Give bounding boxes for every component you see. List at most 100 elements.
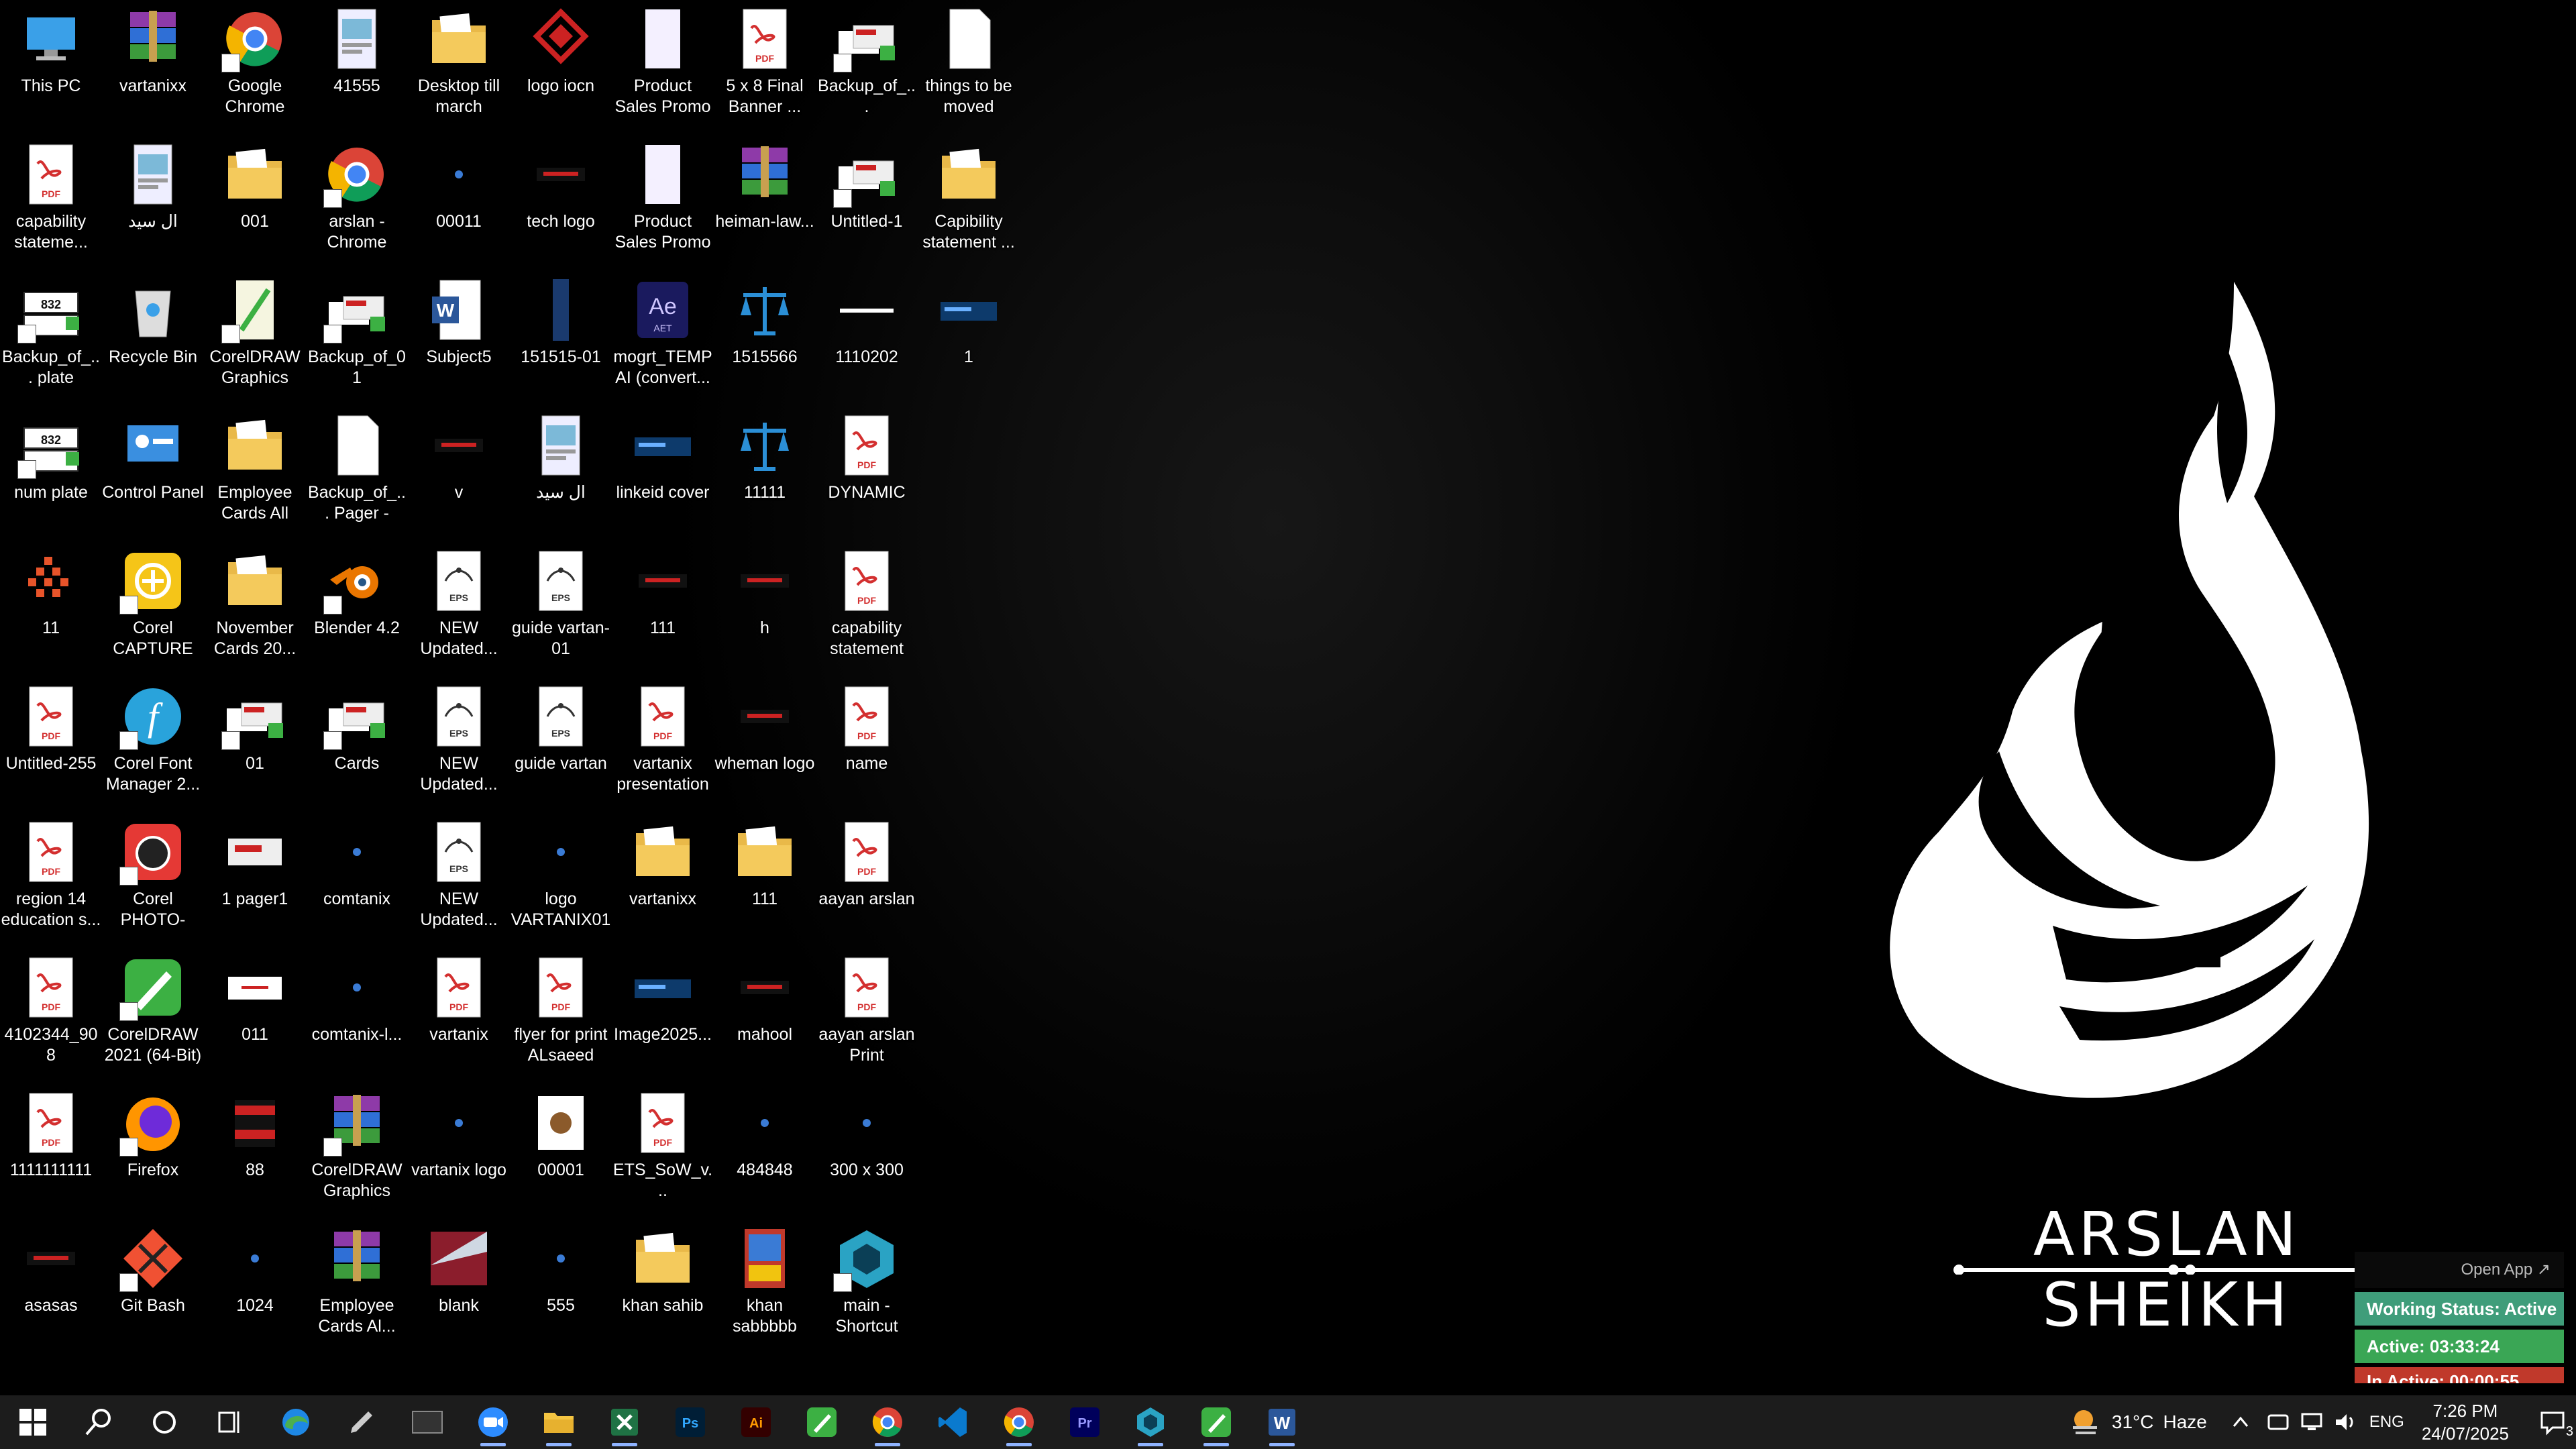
desktop-icon[interactable]: PDF Untitled-255 [0,682,102,816]
desktop-icon[interactable]: wheman logo [714,682,816,816]
desktop-icon[interactable]: heiman-law... [714,140,816,274]
desktop-icon[interactable]: 00011 [408,140,510,274]
desktop-icon[interactable]: 300 x 300 [816,1088,918,1222]
excel-button[interactable] [592,1395,657,1449]
weather-widget[interactable]: 31°C Haze [2068,1405,2207,1440]
desktop-icon[interactable]: PDF 5 x 8 Final Banner ... [714,4,816,138]
desktop-icon[interactable]: November Cards 20... [204,546,306,680]
desktop-icon[interactable]: arslan - Chrome [306,140,408,274]
desktop-icon[interactable]: 1 pager1 [204,817,306,951]
clock[interactable]: 7:26 PM 24/07/2025 [2422,1399,2509,1445]
desktop-icon[interactable]: 01 [204,682,306,816]
search-button[interactable] [66,1395,131,1449]
vscode-button[interactable] [920,1395,986,1449]
desktop-icon[interactable]: 832 Backup_of_... plate [0,275,102,409]
desktop-icon[interactable]: Corel CAPTURE 2... [102,546,204,680]
desktop-icon[interactable]: CorelDRAW 2021 (64-Bit) [102,953,204,1087]
chrome-profile-button[interactable] [986,1395,1052,1449]
desktop-icon[interactable]: 11111 [714,411,816,545]
desktop-icon[interactable]: CorelDRAW Graphics Su... [204,275,306,409]
desktop-icon[interactable]: EPS NEW Updated... [408,682,510,816]
desktop-icon[interactable]: Blender 4.2 [306,546,408,680]
desktop-icon[interactable]: Backup_of_01 [306,275,408,409]
desktop-icon[interactable]: Backup_of_... [816,4,918,138]
desktop-icon[interactable]: v [408,411,510,545]
volume-icon[interactable] [2332,1409,2359,1436]
desktop-icon[interactable]: ال سيد [510,411,612,545]
desktop-icon[interactable]: linkeid cover [612,411,714,545]
terminal-button[interactable] [394,1395,460,1449]
desktop-icon[interactable]: khan sabbbbb [714,1224,816,1358]
desktop-icon[interactable]: 111 [612,546,714,680]
premiere-button[interactable]: Pr [1052,1395,1118,1449]
desktop-icon[interactable]: Cards [306,682,408,816]
pen-tool-button[interactable] [329,1395,394,1449]
desktop-icon[interactable]: comtanix [306,817,408,951]
desktop-icon[interactable]: Image2025... [612,953,714,1087]
notification-center-button[interactable]: 3 [2529,1395,2576,1449]
desktop-icon[interactable]: PDF DYNAMIC [816,411,918,545]
desktop-icon[interactable]: PDF region 14 education s... [0,817,102,951]
illustrator-button[interactable]: Ai [723,1395,789,1449]
language-indicator[interactable]: ENG [2369,1413,2404,1432]
desktop-icon[interactable]: Employee Cards All [204,411,306,545]
desktop-icon[interactable]: 00001 [510,1088,612,1222]
desktop-icon[interactable]: things to be moved [918,4,1020,138]
desktop-icon[interactable]: mahool [714,953,816,1087]
desktop-icon[interactable]: Employee Cards Al... [306,1224,408,1358]
desktop-icon[interactable]: 1024 [204,1224,306,1358]
desktop-icon[interactable]: PDF 1111111111 [0,1088,102,1222]
desktop-icon[interactable]: Backup_of_... Pager - NY... [306,411,408,545]
desktop-icon[interactable]: Capibility statement ... [918,140,1020,274]
desktop-icon[interactable]: 484848 [714,1088,816,1222]
desktop-icon[interactable]: 88 [204,1088,306,1222]
desktop-icon[interactable]: EPS guide vartan [510,682,612,816]
desktop-icon[interactable]: 555 [510,1224,612,1358]
desktop-icon[interactable]: asasas [0,1224,102,1358]
desktop-icon[interactable]: Corel PHOTO-PAI... [102,817,204,951]
desktop-icon[interactable]: vartanixx [102,4,204,138]
file-explorer-button[interactable] [526,1395,592,1449]
desktop-icon[interactable]: logo VARTANIX01 [510,817,612,951]
desktop-icon[interactable]: khan sahib [612,1224,714,1358]
desktop-icon[interactable]: Recycle Bin [102,275,204,409]
network-icon[interactable] [2298,1409,2325,1436]
desktop-icon[interactable]: 11 [0,546,102,680]
chevron-up-icon[interactable] [2227,1409,2254,1436]
zoom-button[interactable] [460,1395,526,1449]
desktop-icon[interactable]: vartanix logo [408,1088,510,1222]
desktop-icon[interactable]: W Subject5 [408,275,510,409]
desktop-icon[interactable]: 1 [918,275,1020,409]
desktop-icon[interactable]: vartanixx [612,817,714,951]
photoshop-button[interactable]: Ps [657,1395,723,1449]
desktop-icon[interactable]: Desktop till march [408,4,510,138]
coreldraw2-button[interactable] [1183,1395,1249,1449]
chrome-button[interactable] [855,1395,920,1449]
desktop-icon[interactable]: 151515-01 [510,275,612,409]
desktop-icon[interactable]: blank [408,1224,510,1358]
desktop-icon[interactable]: PDF flyer for print ALsaeed po... [510,953,612,1087]
desktop-icon[interactable]: Control Panel [102,411,204,545]
desktop-icon[interactable]: 832 num plate [0,411,102,545]
desktop-icon[interactable]: EPS NEW Updated... [408,817,510,951]
desktop-icon[interactable]: tech logo [510,140,612,274]
desktop-icon[interactable]: 1110202 [816,275,918,409]
desktop-icon[interactable]: Ae AET mogrt_TEMP AI (convert... [612,275,714,409]
desktop-icon[interactable]: f Corel Font Manager 2... [102,682,204,816]
edge-button[interactable] [263,1395,329,1449]
desktop-icon[interactable]: Product Sales Promo Pack... [612,140,714,274]
desktop-icon[interactable]: Google Chrome [204,4,306,138]
meet-now-icon[interactable] [2265,1409,2292,1436]
desktop-icon[interactable]: ال سيد [102,140,204,274]
desktop-icon[interactable]: EPS NEW Updated... [408,546,510,680]
desktop-icon[interactable]: 111 [714,817,816,951]
desktop-icon[interactable]: PDF 4102344_908 [0,953,102,1087]
desktop-icon[interactable]: logo iocn [510,4,612,138]
task-view-button[interactable] [197,1395,263,1449]
start-button[interactable] [0,1395,66,1449]
desktop-icon[interactable]: PDF aayan arslan [816,817,918,951]
desktop-icon[interactable]: h [714,546,816,680]
desktop-icon[interactable]: PDF capability stateme... [0,140,102,274]
desktop-icon[interactable]: 41555 [306,4,408,138]
desktop-icon[interactable]: Untitled-1 [816,140,918,274]
